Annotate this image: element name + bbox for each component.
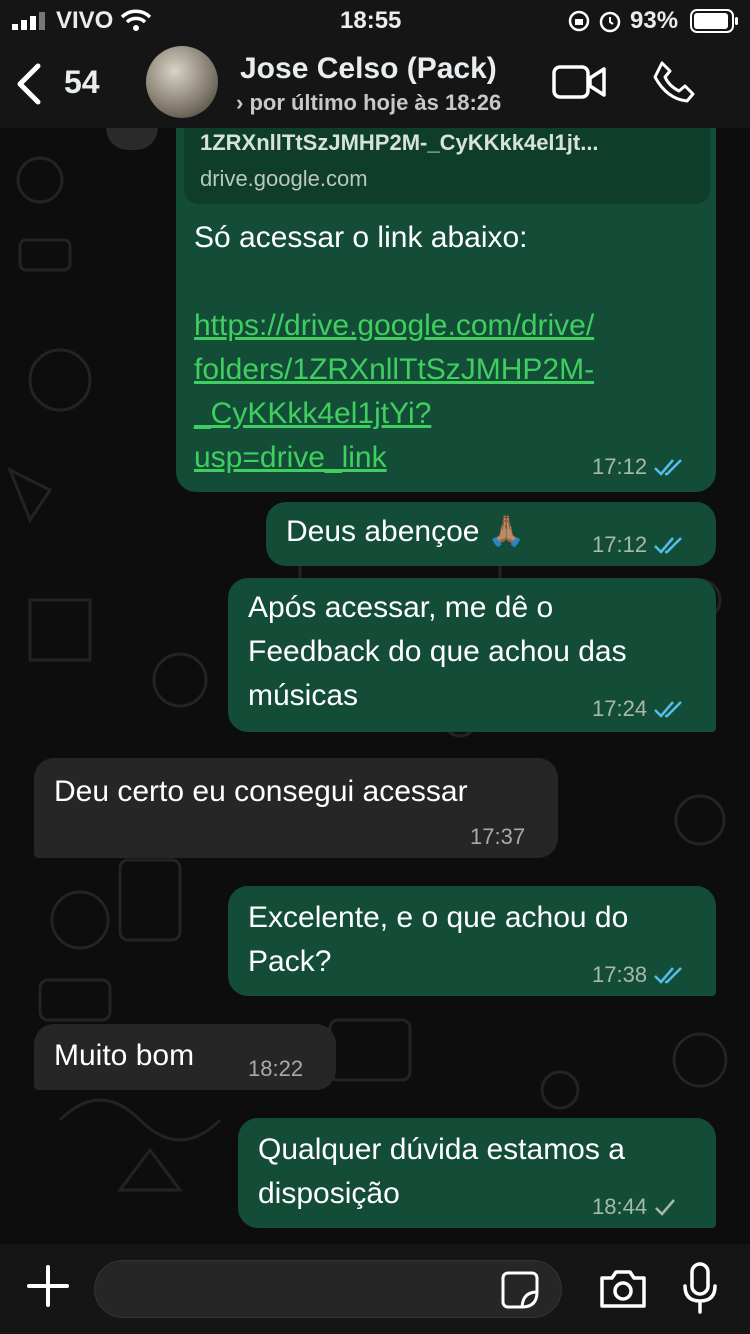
signal-icon (12, 12, 45, 30)
message-meta: 18:44 (592, 1194, 677, 1220)
microphone-icon[interactable] (682, 1262, 718, 1316)
message-time: 18:22 (248, 1056, 304, 1081)
message-time: 17:12 (592, 532, 648, 557)
status-bar: VIVO 18:55 93% (0, 0, 750, 40)
message-text: Deus abençoe 🙏🏽 (286, 515, 526, 548)
unread-count[interactable]: 54 (64, 64, 100, 101)
drive-link[interactable]: https://drive.google.com/drive/ folders/… (194, 304, 594, 480)
message-text: Só acessar o link abaixo: (194, 221, 528, 254)
message-text: Deu certo eu consegui acessar (54, 775, 468, 808)
double-check-read-icon (654, 701, 682, 718)
message-bubble-outgoing[interactable]: Qualquer dúvida estamos a disposição 18:… (238, 1118, 716, 1228)
message-text: Após acessar, me dê o Feedback do que ac… (248, 591, 627, 712)
plus-icon[interactable] (26, 1264, 70, 1308)
message-meta: 17:24 (592, 696, 685, 722)
message-text: Qualquer dúvida estamos a disposição (258, 1133, 625, 1210)
message-meta: 17:38 (592, 962, 685, 988)
message-text: Excelente, e o que achou do Pack? (248, 901, 629, 978)
message-time: 17:12 (592, 454, 648, 479)
carrier-name: VIVO (56, 7, 114, 34)
back-chevron-icon[interactable] (14, 62, 44, 106)
status-time: 18:55 (340, 7, 402, 34)
link-preview-domain: drive.google.com (200, 166, 368, 191)
video-call-icon[interactable] (552, 64, 606, 100)
rotation-lock-icon (568, 10, 590, 32)
message-bubble-outgoing[interactable]: Após acessar, me dê o Feedback do que ac… (228, 578, 716, 732)
message-meta: 17:12 (592, 532, 685, 558)
single-check-icon (655, 1199, 676, 1216)
last-seen-status: › por último hoje às 18:26 (236, 90, 502, 115)
message-bubble-outgoing[interactable]: Excelente, e o que achou do Pack? 17:38 (228, 886, 716, 996)
sticker-icon[interactable] (500, 1270, 540, 1310)
double-check-read-icon (654, 537, 682, 554)
message-input[interactable] (94, 1260, 562, 1318)
link-preview-title: 1ZRXnllTtSzJMHP2M-_CyKKkk4el1jt... (200, 130, 599, 155)
double-check-read-icon (654, 459, 682, 476)
message-meta: 17:12 (592, 454, 685, 480)
message-bubble-incoming[interactable]: Muito bom 18:22 (34, 1024, 336, 1090)
message-time: 17:37 (470, 824, 526, 849)
battery-icon (690, 9, 738, 33)
message-time: 17:24 (592, 696, 648, 721)
message-meta: 18:22 (248, 1056, 303, 1082)
message-bubble-incoming[interactable]: Deu certo eu consegui acessar 17:37 (34, 758, 558, 858)
message-text: Muito bom (54, 1039, 195, 1072)
message-input-bar (0, 1244, 750, 1334)
contact-name[interactable]: Jose Celso (Pack) (240, 52, 497, 86)
alarm-icon (599, 11, 621, 33)
message-time: 17:38 (592, 962, 648, 987)
message-meta: 17:37 (470, 824, 525, 850)
battery-percent: 93% (630, 7, 679, 34)
message-bubble-outgoing[interactable]: Deus abençoe 🙏🏽 17:12 (266, 502, 716, 566)
camera-icon[interactable] (598, 1268, 648, 1310)
double-check-read-icon (654, 967, 682, 984)
chat-header: 54 Jose Celso (Pack) › por último hoje à… (0, 40, 750, 128)
contact-avatar[interactable] (146, 46, 218, 118)
wifi-icon (120, 9, 152, 31)
link-preview-card[interactable]: 1ZRXnllTtSzJMHP2M-_CyKKkk4el1jt... drive… (184, 128, 710, 204)
phone-call-icon[interactable] (652, 60, 696, 104)
message-bubble-outgoing[interactable]: 1ZRXnllTtSzJMHP2M-_CyKKkk4el1jt... drive… (176, 128, 716, 492)
message-time: 18:44 (592, 1194, 648, 1219)
